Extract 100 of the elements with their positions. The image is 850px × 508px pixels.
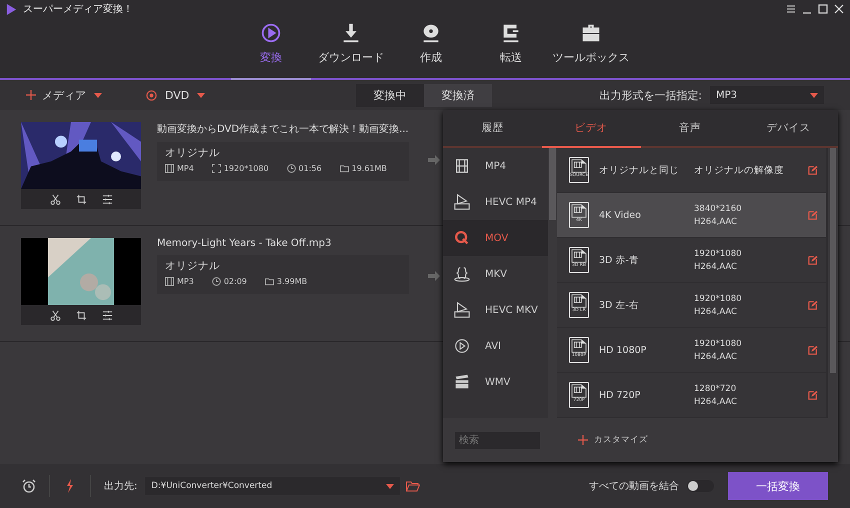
plus-icon (26, 90, 36, 100)
dropdown-caret-icon[interactable] (94, 92, 102, 98)
dropdown-caret-icon[interactable] (197, 92, 206, 98)
format-category[interactable]: MKV (443, 256, 548, 292)
output-format-dropdown[interactable]: MP3 (710, 86, 824, 104)
dropdown-caret-icon (386, 484, 394, 488)
resolution-text: 1920*1080 (224, 164, 269, 173)
scrollbar-thumb[interactable] (830, 148, 836, 373)
format-category[interactable]: MP4 (443, 148, 548, 184)
alarm-clock-icon[interactable] (22, 479, 36, 493)
plus-icon (578, 435, 588, 445)
preset-resolution: 1920*1080 (694, 248, 743, 258)
close-icon[interactable] (834, 4, 844, 14)
size-text: 19.61MB (352, 164, 387, 173)
preset-label: オリジナル (165, 146, 221, 160)
film-icon (453, 157, 471, 175)
sliders-icon[interactable] (102, 194, 112, 204)
film-icon (165, 277, 174, 286)
format-category[interactable]: HEVC MP4 (443, 184, 548, 220)
scrollbar-thumb[interactable] (549, 148, 556, 220)
preset-name: HD 1080P (599, 344, 648, 356)
preset-name: オリジナルと同じ (599, 164, 680, 176)
format-text: MP4 (177, 164, 194, 173)
preset-name: 3D 赤-青 (599, 254, 640, 266)
preset-codec: H264,AAC (694, 352, 738, 362)
preset-resolution: 1280*720 (694, 384, 738, 394)
app-title: スーパーメディア変換！ (23, 2, 133, 16)
output-format-label: 出力形式を一括指定: (599, 88, 702, 102)
q-icon (453, 229, 471, 247)
nav-tab[interactable]: ダウンロード (311, 18, 391, 78)
format-category[interactable]: WMV (443, 364, 548, 400)
format-tab[interactable]: デバイス (739, 110, 838, 148)
toolbox-icon (580, 22, 602, 44)
format-category[interactable]: MOV (443, 220, 548, 256)
preset-label: オリジナル (165, 259, 221, 273)
arrow-icon (428, 155, 440, 165)
preset-detail: オリジナルの解像度 (694, 164, 785, 176)
preset-resolution: 3840*2160 (694, 204, 743, 214)
edit-icon[interactable] (808, 255, 818, 265)
edit-icon[interactable] (808, 345, 818, 355)
format-text: MP3 (177, 277, 194, 286)
braces-icon (453, 265, 471, 283)
nav-tab[interactable]: 作成 (391, 18, 471, 78)
resize-icon (212, 164, 221, 173)
edit-icon[interactable] (808, 300, 818, 310)
logo-icon (6, 4, 17, 14)
preset-name: HD 720P (599, 390, 642, 400)
format-category[interactable]: AVI (443, 328, 548, 364)
crop-icon[interactable] (76, 194, 86, 204)
preset-name: 3D 左-右 (599, 298, 640, 312)
scissors-icon[interactable] (50, 194, 60, 204)
clock-icon (286, 164, 296, 173)
add-media-button[interactable]: メディア (26, 88, 86, 102)
duration-text: 01:56 (298, 164, 322, 173)
file-name: 動画変換からDVD作成までこれ一本で解決！動画変換... (157, 122, 409, 136)
nav-tab[interactable]: 変換 (231, 18, 311, 78)
search-field[interactable]: 検索 (455, 432, 540, 448)
edit-icon[interactable] (808, 165, 818, 175)
folder-icon[interactable] (406, 480, 420, 492)
menu-icon[interactable] (786, 4, 796, 14)
size-text: 3.99MB (276, 277, 308, 286)
status-tab[interactable]: 変換中 (356, 84, 424, 106)
edit-icon[interactable] (808, 390, 818, 400)
format-tab[interactable]: 音声 (640, 110, 740, 148)
maximize-icon[interactable] (818, 4, 828, 14)
preset-codec: H264,AAC (694, 216, 738, 226)
nav-tab[interactable]: ツールボックス (551, 18, 631, 78)
dvd-button[interactable]: DVD (165, 88, 190, 102)
output-path-field[interactable]: D:¥UniConverter¥Converted (145, 477, 400, 495)
scissors-icon[interactable] (50, 310, 60, 320)
folder-icon (340, 164, 349, 173)
preset-resolution: 1920*1080 (694, 338, 743, 348)
clapper-icon (453, 373, 471, 391)
crop-icon[interactable] (76, 310, 86, 320)
preset-resolution: 1920*1080 (694, 294, 743, 304)
play-icon (453, 193, 471, 211)
status-tab[interactable]: 変換済 (424, 84, 492, 106)
merge-label: すべての動画を結合 (589, 480, 679, 493)
preset-codec: H264,AAC (694, 396, 738, 406)
nav-tab[interactable]: 転送 (471, 18, 551, 78)
preset-codec: H264,AAC (694, 306, 738, 316)
sliders-icon[interactable] (102, 310, 112, 320)
customize-button[interactable]: カスタマイズ (578, 434, 648, 446)
preset-codec: H264,AAC (694, 262, 738, 272)
file-name: Memory-Light Years - Take Off.mp3 (157, 238, 332, 249)
format-tab[interactable]: 履歴 (443, 110, 542, 148)
dvd-disc-icon (146, 90, 157, 100)
film-icon (165, 164, 174, 173)
clock-icon (212, 277, 221, 286)
convert-all-button[interactable]: 一括変換 (728, 472, 828, 500)
output-label: 出力先: (104, 480, 138, 493)
format-category[interactable]: HEVC MKV (443, 292, 548, 328)
preset-name: 4K Video (599, 210, 642, 220)
duration-text: 02:09 (224, 277, 247, 286)
arrow-icon (428, 271, 440, 281)
play-icon (453, 337, 471, 355)
convert-icon (260, 22, 282, 44)
dropdown-caret-icon (810, 92, 818, 98)
merge-toggle[interactable] (687, 480, 714, 492)
play-icon (453, 301, 471, 319)
